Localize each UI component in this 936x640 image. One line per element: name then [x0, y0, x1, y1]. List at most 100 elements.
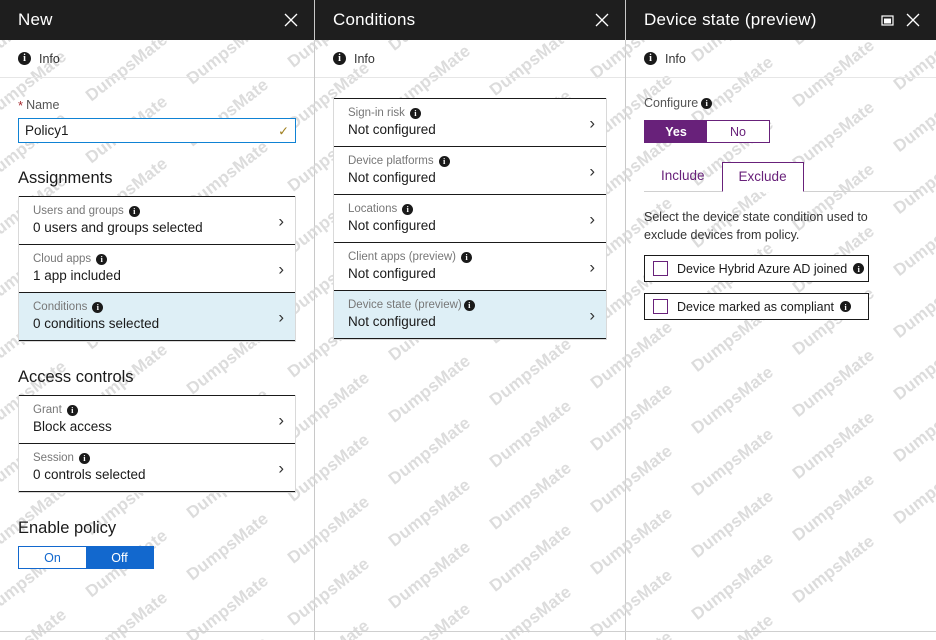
- info-icon: i: [18, 52, 31, 65]
- panel-conditions-infobar[interactable]: i Info: [315, 40, 625, 78]
- configure-option-no[interactable]: No: [707, 121, 769, 142]
- card-value: 1 app included: [33, 268, 261, 283]
- checkbox-label-text: Device marked as compliant: [677, 300, 834, 314]
- close-icon[interactable]: [900, 7, 926, 33]
- checkbox-row-hybrid-azure-ad-joined[interactable]: Device Hybrid Azure AD joined i: [644, 255, 869, 282]
- checkbox-label: Device marked as compliant i: [677, 300, 851, 314]
- chevron-right-icon: ›: [278, 411, 284, 428]
- panel-device-state-title: Device state (preview): [644, 10, 874, 30]
- info-icon: i: [333, 52, 346, 65]
- card-value: Not configured: [348, 314, 572, 329]
- info-label: Info: [39, 52, 60, 66]
- checkbox-icon[interactable]: [653, 261, 668, 276]
- panel-device-state-titlebar: Device state (preview): [626, 0, 936, 40]
- card-locations[interactable]: Locations i Not configured ›: [334, 194, 606, 242]
- card-label-text: Client apps (preview): [348, 251, 456, 263]
- card-value: 0 conditions selected: [33, 316, 261, 331]
- card-value: Not configured: [348, 170, 572, 185]
- checkbox-label-text: Device Hybrid Azure AD joined: [677, 262, 847, 276]
- card-cloud-apps[interactable]: Cloud apps i 1 app included ›: [19, 244, 295, 292]
- card-label-text: Locations: [348, 203, 397, 215]
- panel-new-title: New: [18, 10, 278, 30]
- card-session[interactable]: Session i 0 controls selected ›: [19, 443, 295, 492]
- enable-policy-option-on[interactable]: On: [19, 547, 86, 568]
- chevron-right-icon: ›: [589, 162, 595, 179]
- bottom-divider: [0, 631, 936, 632]
- card-value: 0 controls selected: [33, 467, 261, 482]
- card-grant[interactable]: Grant i Block access ›: [19, 395, 295, 443]
- info-icon[interactable]: i: [129, 206, 140, 217]
- info-icon[interactable]: i: [840, 301, 851, 312]
- info-icon[interactable]: i: [464, 300, 475, 311]
- enable-policy-heading: Enable policy: [18, 519, 296, 538]
- card-sign-in-risk[interactable]: Sign-in risk i Not configured ›: [334, 98, 606, 146]
- card-value: Not configured: [348, 218, 572, 233]
- card-label: Sign-in risk i: [348, 107, 572, 119]
- restore-window-icon[interactable]: [874, 7, 900, 33]
- conditions-card-group: Sign-in risk i Not configured › Device p…: [333, 98, 607, 340]
- info-icon[interactable]: i: [439, 156, 450, 167]
- tab-include[interactable]: Include: [644, 161, 722, 191]
- panel-new-titlebar: New: [0, 0, 314, 40]
- chevron-right-icon: ›: [278, 260, 284, 277]
- chevron-right-icon: ›: [589, 306, 595, 323]
- chevron-right-icon: ›: [589, 114, 595, 131]
- assignments-heading: Assignments: [18, 169, 296, 188]
- panel-new-policy: New i Info * Name Policy1 ✓ Assignments: [0, 0, 314, 640]
- configure-toggle[interactable]: Yes No: [644, 120, 770, 143]
- configure-label: Configure i: [644, 96, 918, 110]
- card-label: Locations i: [348, 203, 572, 215]
- card-conditions[interactable]: Conditions i 0 conditions selected ›: [19, 292, 295, 341]
- info-icon[interactable]: i: [410, 108, 421, 119]
- panel-device-state-infobar[interactable]: i Info: [626, 40, 936, 78]
- info-label: Info: [354, 52, 375, 66]
- configure-label-text: Configure: [644, 96, 698, 110]
- card-client-apps[interactable]: Client apps (preview) i Not configured ›: [334, 242, 606, 290]
- info-icon[interactable]: i: [96, 254, 107, 265]
- enable-policy-option-off[interactable]: Off: [86, 547, 153, 568]
- info-icon[interactable]: i: [853, 263, 864, 274]
- info-icon[interactable]: i: [402, 204, 413, 215]
- card-label: Cloud apps i: [33, 253, 261, 265]
- access-controls-card-group: Grant i Block access › Session i 0 contr…: [18, 395, 296, 493]
- chevron-right-icon: ›: [278, 308, 284, 325]
- info-icon[interactable]: i: [92, 302, 103, 313]
- info-icon: i: [644, 52, 657, 65]
- close-icon[interactable]: [278, 7, 304, 33]
- configure-option-yes[interactable]: Yes: [645, 121, 707, 142]
- name-field-label: * Name: [18, 98, 296, 112]
- chevron-right-icon: ›: [589, 258, 595, 275]
- card-label-text: Sign-in risk: [348, 107, 405, 119]
- info-icon[interactable]: i: [701, 98, 712, 109]
- card-label: Device platforms i: [348, 155, 572, 167]
- info-icon[interactable]: i: [461, 252, 472, 263]
- panel-new-infobar[interactable]: i Info: [0, 40, 314, 78]
- chevron-right-icon: ›: [589, 210, 595, 227]
- checkbox-row-marked-as-compliant[interactable]: Device marked as compliant i: [644, 293, 869, 320]
- checkbox-label: Device Hybrid Azure AD joined i: [677, 262, 864, 276]
- card-value: Not configured: [348, 122, 572, 137]
- panel-conditions: Conditions i Info Sign-in risk i Not con…: [314, 0, 625, 640]
- panel-conditions-body: Sign-in risk i Not configured › Device p…: [315, 78, 625, 340]
- card-label-text: Grant: [33, 404, 62, 416]
- panel-conditions-titlebar: Conditions: [315, 0, 625, 40]
- tab-exclude[interactable]: Exclude: [722, 162, 804, 192]
- assignments-card-group: Users and groups i 0 users and groups se…: [18, 196, 296, 342]
- panel-new-body: * Name Policy1 ✓ Assignments Users and g…: [0, 98, 314, 569]
- card-label-text: Cloud apps: [33, 253, 91, 265]
- close-icon[interactable]: [589, 7, 615, 33]
- card-label: Conditions i: [33, 301, 261, 313]
- card-device-state[interactable]: Device state (preview) i Not configured …: [334, 290, 606, 339]
- card-device-platforms[interactable]: Device platforms i Not configured ›: [334, 146, 606, 194]
- card-label-text: Session: [33, 452, 74, 464]
- info-icon[interactable]: i: [67, 405, 78, 416]
- card-label: Session i: [33, 452, 261, 464]
- include-exclude-tabs: Include Exclude: [644, 161, 918, 192]
- info-icon[interactable]: i: [79, 453, 90, 464]
- enable-policy-toggle[interactable]: On Off: [18, 546, 154, 569]
- card-label: Device state (preview) i: [348, 299, 572, 311]
- checkbox-icon[interactable]: [653, 299, 668, 314]
- required-asterisk: *: [18, 99, 23, 112]
- card-users-and-groups[interactable]: Users and groups i 0 users and groups se…: [19, 196, 295, 244]
- name-input[interactable]: Policy1 ✓: [18, 118, 296, 143]
